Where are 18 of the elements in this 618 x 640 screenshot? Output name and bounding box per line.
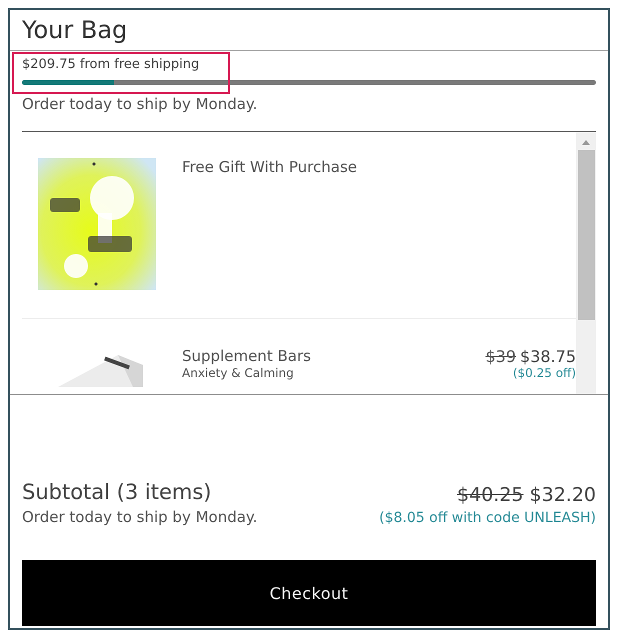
subtotal-label: Subtotal (3 items) [22,480,212,504]
item-name: Supplement Bars [182,347,311,366]
shipping-note: Order today to ship by Monday. [22,95,258,113]
checkout-button[interactable]: Checkout [22,560,596,626]
scroll-thumb[interactable] [578,150,594,320]
item-name: Free Gift With Purchase [182,158,357,176]
bag-title: Your Bag [22,16,128,44]
original-total: $40.25 [457,484,524,506]
item-discount: ($0.25 off) [512,366,576,380]
shipping-note: Order today to ship by Monday. [22,508,258,526]
original-price: $39 [485,347,516,366]
scrollbar[interactable] [576,132,596,394]
shipping-message: $209.75 from free shipping [22,57,200,72]
subtotal-price: $32.20 [530,484,596,506]
discount-note: ($8.05 off with code UNLEASH) [379,510,596,526]
scroll-up-icon[interactable] [581,138,591,146]
item-variant: Anxiety & Calming [182,366,294,380]
item-price: $38.75 [520,347,576,366]
